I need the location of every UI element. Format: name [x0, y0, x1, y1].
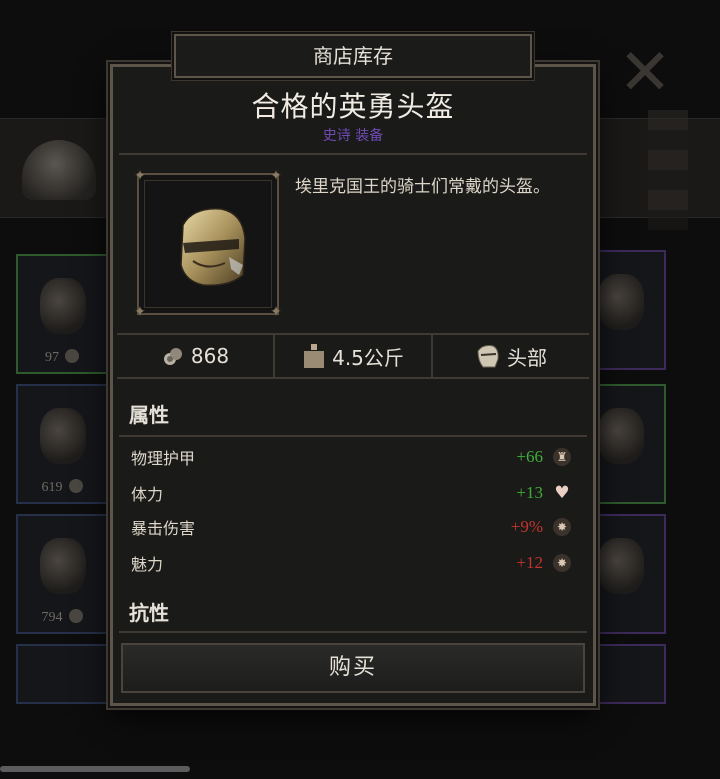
item-thumbnail — [40, 408, 86, 464]
frame-decoration — [648, 110, 688, 230]
item-image-frame: ✦ ✦ ✦ ✦ — [134, 169, 282, 319]
item-description: 埃里克国王的骑士们常戴的头盔。 — [295, 177, 550, 197]
attribute-row: 暴击伤害 +9% ✸ — [131, 513, 571, 541]
close-icon[interactable]: ✕ — [612, 40, 678, 106]
weight-value: 4.5公斤 — [332, 345, 404, 370]
attribute-name: 体力 — [131, 485, 164, 504]
scrollbar-thumb[interactable] — [0, 766, 190, 772]
crit-icon: ✸ — [553, 518, 571, 536]
item-thumbnail — [40, 278, 86, 334]
armor-icon: ♜ — [553, 448, 571, 466]
inventory-slot[interactable]: 97 — [16, 254, 108, 374]
coin-icon — [68, 479, 83, 493]
helmet-icon — [180, 208, 246, 287]
item-tooltip-panel: 合格的英勇头盔 史诗 装备 ✦ ✦ ✦ ✦ 埃里克国王的骑士们常戴的头盔。 86… — [110, 64, 596, 706]
attribute-name: 暴击伤害 — [131, 519, 196, 538]
attribute-value: +13 — [516, 483, 543, 502]
item-thumbnail — [598, 274, 644, 330]
frame-corner-icon: ✦ — [134, 168, 146, 184]
item-rarity: 史诗 装备 — [322, 128, 384, 144]
attribute-name: 物理护甲 — [131, 449, 196, 468]
frame-corner-icon: ✦ — [134, 304, 146, 320]
attribute-row: 物理护甲 +66 ♜ — [131, 443, 571, 471]
item-thumbnail — [40, 538, 86, 594]
divider — [119, 435, 587, 437]
frame-corner-icon: ✦ — [270, 304, 282, 320]
attribute-value: +66 — [516, 447, 543, 466]
price-stat: 868 — [117, 335, 275, 377]
frame-corner-icon: ✦ — [270, 168, 282, 184]
item-title: 合格的英勇头盔 — [251, 90, 455, 123]
charm-icon: ✸ — [553, 554, 571, 572]
divider — [119, 631, 587, 633]
item-thumbnail — [598, 408, 644, 464]
buy-button[interactable]: 购买 — [121, 643, 585, 693]
coin-icon — [65, 349, 79, 363]
heart-icon: ♥ — [554, 483, 570, 503]
attribute-row: 体力 +13 ♥ — [131, 479, 571, 507]
attribute-name: 魅力 — [131, 555, 164, 574]
attribute-row: 魅力 +12 ✸ — [131, 549, 571, 577]
item-stats-row: 868 4.5公斤 头部 — [117, 333, 589, 379]
item-thumbnail — [598, 538, 644, 594]
slot-price: 619 — [41, 480, 63, 495]
divider — [119, 153, 587, 155]
horizontal-scrollbar[interactable] — [0, 766, 720, 772]
slot-stat: 头部 — [433, 335, 589, 377]
shop-stock-tab: 商店库存 — [174, 34, 532, 78]
weight-icon — [302, 343, 326, 369]
slot-value: 头部 — [507, 345, 547, 370]
weight-stat: 4.5公斤 — [275, 335, 433, 377]
coin-icon — [68, 609, 83, 623]
slot-price: 97 — [45, 350, 59, 365]
inventory-slot[interactable]: 619 — [16, 384, 108, 504]
helmet-slot-icon — [475, 343, 501, 369]
coin-pouch-icon — [161, 344, 185, 368]
attribute-value: +9% — [510, 517, 543, 536]
price-value: 868 — [190, 344, 230, 368]
attribute-value: +12 — [516, 553, 543, 572]
inventory-slot[interactable] — [16, 644, 108, 704]
resistances-header: 抗性 — [129, 601, 169, 625]
attributes-header: 属性 — [129, 403, 169, 427]
inventory-slot[interactable]: 794 — [16, 514, 108, 634]
slot-price: 794 — [41, 610, 63, 625]
